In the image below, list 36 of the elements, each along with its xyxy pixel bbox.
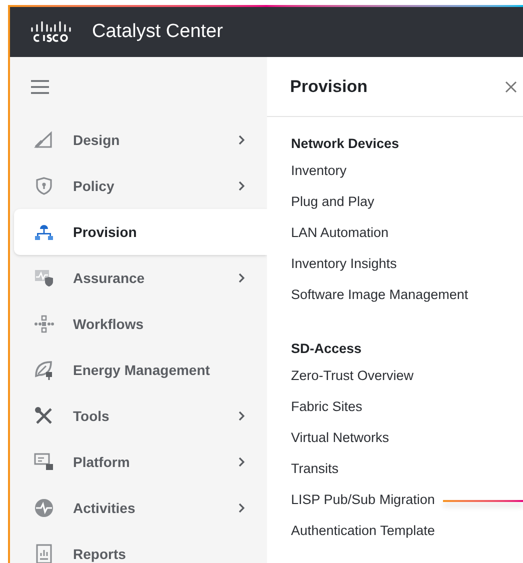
menu-link[interactable]: Transits [291,459,339,480]
logo-icon [30,21,72,43]
panel-title: Provision [290,76,368,98]
menu-link[interactable]: Inventory [291,161,347,182]
menu-link[interactable]: Zero-Trust Overview [291,366,414,387]
app-title: Catalyst Center [92,20,223,44]
menu-link[interactable]: Virtual Networks [291,428,390,449]
menu-link[interactable]: LAN Automation [291,223,389,244]
sidebar-item[interactable]: Reports [14,531,267,563]
leaf-plug-icon [34,360,54,380]
sidebar-item[interactable]: Activities [14,485,267,531]
section-heading: SD-Access [291,340,363,358]
sidebar-item[interactable]: Policy [14,163,267,209]
shield-icon [34,176,54,196]
menu-link[interactable]: Fabric Sites [291,397,362,418]
close-icon[interactable] [505,80,517,92]
menu-link[interactable]: Software Image Management [291,285,468,306]
menu-icon[interactable] [30,79,50,95]
sidebar-item[interactable]: Provision [14,209,267,255]
menu-link[interactable]: Authentication Template [291,521,435,542]
flow-nodes-icon [34,314,54,334]
monitor-shield-icon [34,268,54,288]
menu-link[interactable]: LISP Pub/Sub Migration [291,490,435,511]
monitor-box-icon [34,452,54,472]
sidebar-item[interactable]: Energy Management [14,347,267,393]
section-heading: Network Devices [291,135,400,153]
sidebar-item[interactable]: Design [14,117,267,163]
sidebar-item[interactable]: Tools [14,393,267,439]
report-icon [34,544,54,563]
sidebar-item[interactable]: Platform [14,439,267,485]
hierarchy-icon [34,222,54,242]
sidebar-item[interactable]: Workflows [14,301,267,347]
pulse-circle-icon [34,498,54,518]
sidebar-item[interactable]: Assurance [14,255,267,301]
menu-link[interactable]: Inventory Insights [291,254,397,275]
menu-link[interactable]: Plug and Play [291,192,374,213]
